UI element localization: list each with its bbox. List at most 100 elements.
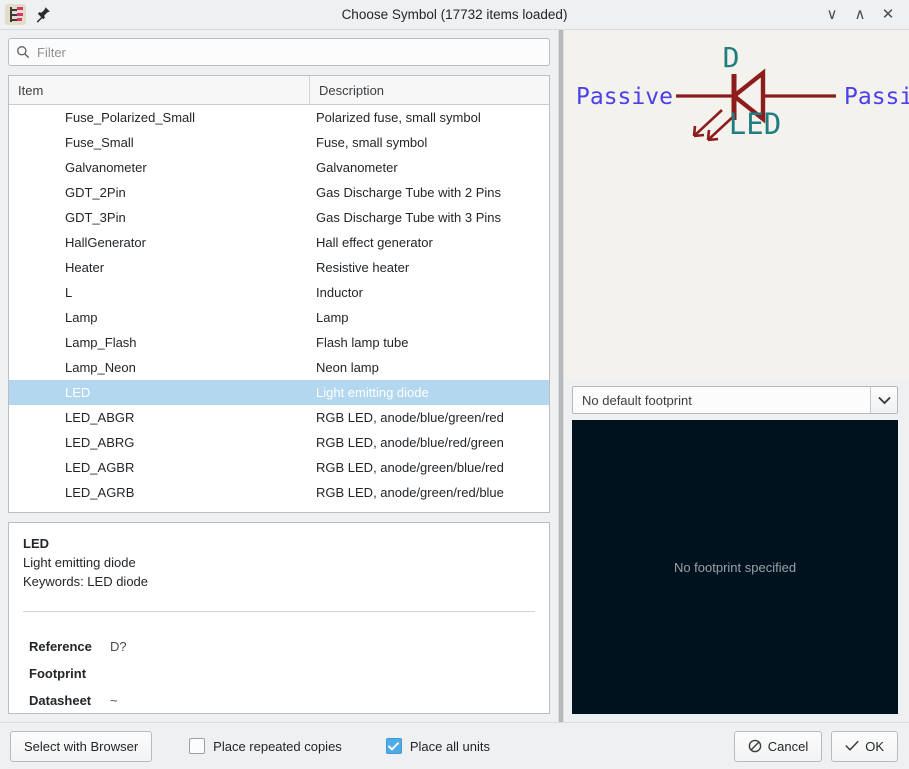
table-row[interactable]: Fuse_Polarized_Small Polarized fuse, smal… <box>9 105 549 130</box>
no-entry-icon <box>748 739 762 753</box>
select-with-browser-button[interactable]: Select with Browser <box>10 730 153 762</box>
table-row[interactable]: HallGenerator Hall effect generator <box>9 230 549 255</box>
row-item-description: RGB LED, anode/green/red/blue <box>316 485 504 500</box>
maximize-button[interactable]: ∧ <box>847 2 873 28</box>
table-row[interactable]: LED_ABRG RGB LED, anode/blue/red/green <box>9 430 549 455</box>
row-item-description: Polarized fuse, small symbol <box>316 110 481 125</box>
footprint-preview-canvas[interactable]: No footprint specified <box>572 420 898 714</box>
footprint-combobox[interactable]: No default footprint <box>572 386 898 414</box>
ok-button-label: OK <box>865 738 884 754</box>
symbol-preview-canvas[interactable]: D LED Passive Passi <box>564 30 909 378</box>
row-item-name: LED_ABRG <box>65 435 135 450</box>
row-item-description: RGB LED, anode/red/blue/green <box>310 510 549 512</box>
table-row[interactable]: LED Light emitting diode <box>9 380 549 405</box>
row-item-name: GDT_3Pin <box>65 210 126 225</box>
row-item-name: Lamp_Flash <box>65 335 137 350</box>
table-row[interactable]: Fuse_Small Fuse, small symbol <box>9 130 549 155</box>
cancel-button-label: Cancel <box>767 738 809 754</box>
row-item-name: Fuse_Small <box>65 135 134 150</box>
row-item-description: Inductor <box>316 285 363 300</box>
place-repeated-copies-box[interactable] <box>189 738 206 754</box>
row-item-description: Flash lamp tube <box>316 335 409 350</box>
row-item-description: Gas Discharge Tube with 2 Pins <box>316 185 501 200</box>
details-keywords: Keywords: LED diode <box>23 574 149 589</box>
choose-symbol-dialog: Choose Symbol (17732 items loaded) ∨ ∧ ✕… <box>0 0 909 769</box>
details-description: Light emitting diode <box>23 555 136 570</box>
row-item-name: GDT_2Pin <box>65 185 126 200</box>
row-item-name: Heater <box>65 260 105 275</box>
chevron-down-icon[interactable] <box>870 387 897 413</box>
filter-box[interactable] <box>8 38 550 66</box>
footprint-selected-value: No default footprint <box>582 392 692 408</box>
row-item-description: Lamp <box>316 310 349 325</box>
column-header-item[interactable]: Item <box>9 76 310 104</box>
table-row[interactable]: GDT_3Pin Gas Discharge Tube with 3 Pins <box>9 205 549 230</box>
details-divider <box>23 611 535 612</box>
details-title: LED <box>23 536 49 551</box>
row-item-description: Neon lamp <box>316 360 379 375</box>
row-item-description: RGB LED, anode/green/blue/red <box>316 460 504 475</box>
details-field-value <box>103 660 110 687</box>
place-repeated-copies-checkbox[interactable]: Place repeated copies <box>189 738 342 754</box>
table-row[interactable]: LED_ARBGRGB LED, anode/red/blue/green <box>9 505 549 512</box>
row-item-description: Fuse, small symbol <box>316 135 428 150</box>
row-item-name: LED_AGBR <box>65 460 135 475</box>
row-item-description: Gas Discharge Tube with 3 Pins <box>316 210 501 225</box>
table-row[interactable]: Lamp Lamp <box>9 305 549 330</box>
symbol-chooser-pane: Item Description Fuse_Polarized_Small Pol… <box>0 30 558 722</box>
row-item-name: LED <box>65 385 91 400</box>
table-row[interactable]: LED_ABGR RGB LED, anode/blue/green/red <box>9 405 549 430</box>
minimize-button[interactable]: ∨ <box>819 2 845 28</box>
row-item-description: RGB LED, anode/blue/green/red <box>316 410 504 425</box>
title-bar-left-icons <box>0 4 52 25</box>
symbol-pin-right-label: Passive <box>844 84 909 110</box>
symbol-value-label: LED <box>729 107 781 141</box>
row-item-name: L <box>65 285 73 300</box>
symbol-details-panel: LED Light emitting diode Keywords: LED d… <box>8 522 550 714</box>
table-row[interactable]: LED_AGRB RGB LED, anode/green/red/blue <box>9 480 549 505</box>
dialog-footer: Select with Browser Place repeated copie… <box>0 722 909 769</box>
tree-rows: Fuse_Polarized_Small Polarized fuse, smal… <box>9 105 549 512</box>
pin-icon[interactable] <box>34 5 52 25</box>
details-field-list: Reference D? Footprint Datasheet ~ <box>23 633 535 713</box>
row-item-description: Light emitting diode <box>316 385 429 400</box>
place-repeated-copies-label: Place repeated copies <box>213 738 342 754</box>
row-item-name: Fuse_Polarized_Small <box>65 110 196 125</box>
place-all-units-box[interactable] <box>385 738 402 754</box>
table-row[interactable]: LED_AGBR RGB LED, anode/green/blue/red <box>9 455 549 480</box>
table-row[interactable]: Lamp_Neon Neon lamp <box>9 355 549 380</box>
row-item-name: LED_ARBG <box>9 510 310 512</box>
details-field-key: Datasheet <box>29 693 92 708</box>
title-bar: Choose Symbol (17732 items loaded) ∨ ∧ ✕ <box>0 0 909 30</box>
preview-pane: D LED Passive Passi No default footprint… <box>564 30 909 722</box>
details-field: Reference D? <box>23 633 535 660</box>
row-item-name: LED_AGRB <box>65 485 135 500</box>
row-item-description: Galvanometer <box>316 160 398 175</box>
symbol-pin-left-label: Passive <box>576 84 673 110</box>
footprint-preview-message: No footprint specified <box>673 559 797 575</box>
place-all-units-checkbox[interactable]: Place all units <box>385 738 490 754</box>
details-field: Footprint <box>23 660 535 687</box>
tree-header: Item Description <box>9 76 549 105</box>
footprint-select-row: No default footprint <box>564 378 909 420</box>
row-item-name: HallGenerator <box>65 235 146 250</box>
symbol-tree[interactable]: Item Description Fuse_Polarized_Small Pol… <box>8 75 550 513</box>
symbol-reference-label: D <box>723 41 740 74</box>
row-item-name: Lamp_Neon <box>65 360 136 375</box>
details-field-value: ~ <box>110 693 118 708</box>
close-button[interactable]: ✕ <box>875 2 901 28</box>
table-row[interactable]: L Inductor <box>9 280 549 305</box>
row-item-description: Resistive heater <box>316 260 410 275</box>
table-row[interactable]: Heater Resistive heater <box>9 255 549 280</box>
table-row[interactable]: Lamp_Flash Flash lamp tube <box>9 330 549 355</box>
cancel-button[interactable]: Cancel <box>733 730 823 762</box>
table-row[interactable]: Galvanometer Galvanometer <box>9 155 549 180</box>
search-icon <box>17 46 30 59</box>
ok-button[interactable]: OK <box>831 730 898 762</box>
filter-input[interactable] <box>37 44 542 60</box>
details-field-key: Reference <box>29 639 92 654</box>
column-header-description[interactable]: Description <box>310 76 549 104</box>
details-field-key: Footprint <box>29 666 87 681</box>
row-item-description: RGB LED, anode/blue/red/green <box>316 435 504 450</box>
table-row[interactable]: GDT_2Pin Gas Discharge Tube with 2 Pins <box>9 180 549 205</box>
